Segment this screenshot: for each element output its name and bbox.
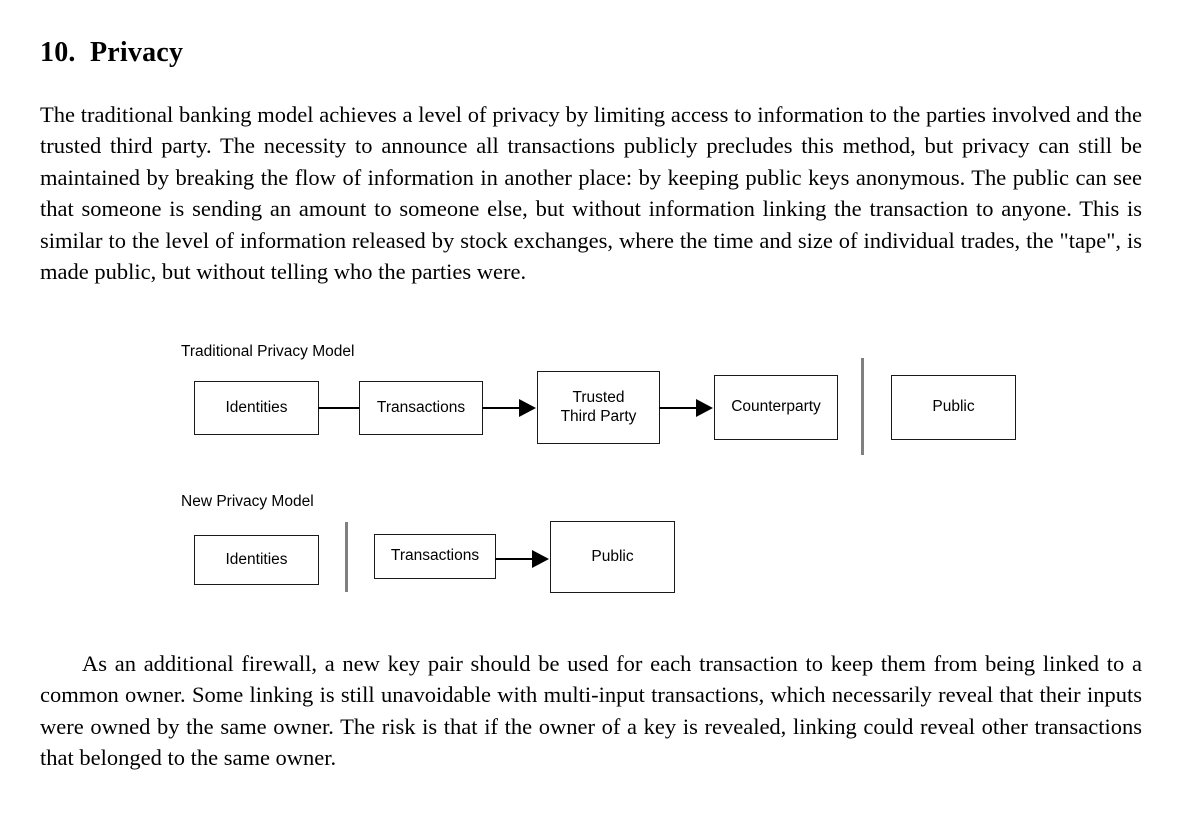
connector-trusted-third-party-to-counterparty — [659, 407, 701, 409]
diagram-label-traditional-privacy-model: Traditional Privacy Model — [181, 343, 355, 360]
diagram-label-new-privacy-model: New Privacy Model — [181, 493, 314, 510]
privacy-model-figure: Traditional Privacy Model Identities Tra… — [0, 330, 1186, 615]
node-identities-traditional: Identities — [194, 381, 319, 435]
privacy-boundary-divider-traditional — [861, 358, 864, 455]
page-title: 10. Privacy — [40, 36, 184, 68]
paragraph-privacy-firewall: As an additional firewall, a new key pai… — [40, 650, 1142, 771]
node-counterparty: Counterparty — [714, 375, 838, 440]
privacy-boundary-divider-new — [345, 522, 348, 592]
arrow-head-to-trusted-third-party — [519, 399, 536, 417]
node-public-new: Public — [550, 521, 675, 593]
node-transactions-traditional: Transactions — [359, 381, 483, 435]
node-transactions-new: Transactions — [374, 534, 496, 579]
paragraph-privacy-intro: The traditional banking model achieves a… — [40, 101, 1142, 285]
arrow-head-to-public — [532, 550, 549, 568]
node-trusted-third-party: Trusted Third Party — [537, 371, 660, 444]
connector-identities-to-transactions — [318, 407, 360, 409]
node-identities-new: Identities — [194, 535, 319, 585]
connector-transactions-to-trusted-third-party — [482, 407, 524, 409]
node-public-traditional: Public — [891, 375, 1016, 440]
document-page: 10. Privacy The traditional banking mode… — [0, 0, 1186, 816]
arrow-head-to-counterparty — [696, 399, 713, 417]
connector-transactions-to-public — [495, 558, 537, 560]
